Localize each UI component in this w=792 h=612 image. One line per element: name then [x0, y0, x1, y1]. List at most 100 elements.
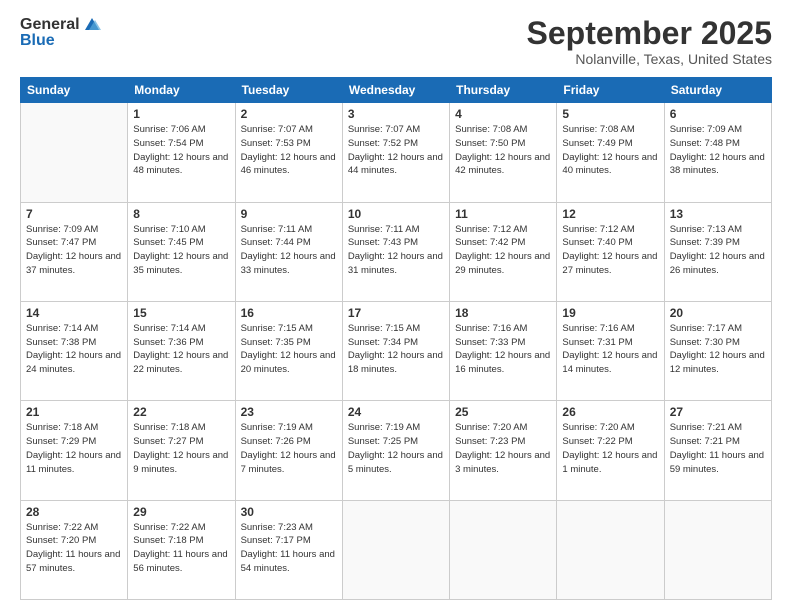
sunset-text: Sunset: 7:33 PM [455, 337, 525, 348]
daylight-text: Daylight: 12 hours and 24 minutes. [26, 350, 121, 375]
daylight-text: Daylight: 11 hours and 54 minutes. [241, 549, 335, 574]
day-number: 27 [670, 405, 766, 419]
calendar-header-row: Sunday Monday Tuesday Wednesday Thursday… [21, 78, 772, 103]
sunrise-text: Sunrise: 7:06 AM [133, 124, 205, 135]
day-info: Sunrise: 7:11 AMSunset: 7:44 PMDaylight:… [241, 223, 337, 278]
day-number: 7 [26, 207, 122, 221]
day-number: 13 [670, 207, 766, 221]
day-number: 2 [241, 107, 337, 121]
table-row: 14Sunrise: 7:14 AMSunset: 7:38 PMDayligh… [21, 301, 128, 400]
day-info: Sunrise: 7:19 AMSunset: 7:26 PMDaylight:… [241, 421, 337, 476]
day-info: Sunrise: 7:08 AMSunset: 7:49 PMDaylight:… [562, 123, 658, 178]
table-row: 29Sunrise: 7:22 AMSunset: 7:18 PMDayligh… [128, 500, 235, 599]
logo: General Blue [20, 16, 104, 50]
day-info: Sunrise: 7:10 AMSunset: 7:45 PMDaylight:… [133, 223, 229, 278]
sunset-text: Sunset: 7:23 PM [455, 436, 525, 447]
daylight-text: Daylight: 12 hours and 42 minutes. [455, 152, 550, 177]
daylight-text: Daylight: 12 hours and 1 minute. [562, 450, 657, 475]
sunset-text: Sunset: 7:26 PM [241, 436, 311, 447]
sunset-text: Sunset: 7:18 PM [133, 535, 203, 546]
table-row: 11Sunrise: 7:12 AMSunset: 7:42 PMDayligh… [450, 202, 557, 301]
daylight-text: Daylight: 12 hours and 14 minutes. [562, 350, 657, 375]
table-row: 23Sunrise: 7:19 AMSunset: 7:26 PMDayligh… [235, 401, 342, 500]
calendar-week-row: 7 Sunrise: 7:09 AM Sunset: 7:47 PM Daylight… [21, 202, 772, 301]
sunrise-text: Sunrise: 7:16 AM [455, 323, 527, 334]
sunset-text: Sunset: 7:22 PM [562, 436, 632, 447]
table-row: 17Sunrise: 7:15 AMSunset: 7:34 PMDayligh… [342, 301, 449, 400]
day-number: 14 [26, 306, 122, 320]
daylight-text: Daylight: 12 hours and 46 minutes. [241, 152, 336, 177]
day-info: Sunrise: 7:23 AMSunset: 7:17 PMDaylight:… [241, 521, 337, 576]
sunset-text: Sunset: 7:42 PM [455, 237, 525, 248]
calendar-table: Sunday Monday Tuesday Wednesday Thursday… [20, 77, 772, 600]
sunrise-text: Sunrise: 7:16 AM [562, 323, 634, 334]
sunset-text: Sunset: 7:43 PM [348, 237, 418, 248]
day-number: 29 [133, 505, 229, 519]
col-friday: Friday [557, 78, 664, 103]
day-info: Sunrise: 7:12 AMSunset: 7:42 PMDaylight:… [455, 223, 551, 278]
sunrise-text: Sunrise: 7:11 AM [241, 224, 313, 235]
table-row: 13 Sunrise: 7:13 AMSunset: 7:39 PMDayligh… [664, 202, 771, 301]
table-row [342, 500, 449, 599]
sunrise-text: Sunrise: 7:23 AM [241, 522, 313, 533]
location: Nolanville, Texas, United States [527, 51, 772, 67]
day-info: Sunrise: 7:06 AMSunset: 7:54 PMDaylight:… [133, 123, 229, 178]
day-info: Sunrise: 7:17 AMSunset: 7:30 PMDaylight:… [670, 322, 766, 377]
sunset-text: Sunset: 7:36 PM [133, 337, 203, 348]
calendar-week-row: 14Sunrise: 7:14 AMSunset: 7:38 PMDayligh… [21, 301, 772, 400]
col-sunday: Sunday [21, 78, 128, 103]
sunrise-text: Sunrise: 7:08 AM [562, 124, 634, 135]
sunset-text: Sunset: 7:47 PM [26, 237, 96, 248]
day-number: 10 [348, 207, 444, 221]
sunrise-text: Sunrise: 7:08 AM [455, 124, 527, 135]
sunrise-text: Sunrise: 7:12 AM [455, 224, 527, 235]
day-number: 1 [133, 107, 229, 121]
daylight-text: Daylight: 12 hours and 44 minutes. [348, 152, 443, 177]
table-row: 9Sunrise: 7:11 AMSunset: 7:44 PMDaylight… [235, 202, 342, 301]
day-number: 16 [241, 306, 337, 320]
table-row [664, 500, 771, 599]
day-info: Sunrise: 7:07 AM Sunset: 7:53 PM Daylight:… [241, 123, 337, 178]
day-info: Sunrise: 7:12 AMSunset: 7:40 PMDaylight:… [562, 223, 658, 278]
sunrise-text: Sunrise: 7:09 AM [26, 224, 98, 235]
day-number: 18 [455, 306, 551, 320]
table-row: 1 Sunrise: 7:06 AMSunset: 7:54 PMDaylight… [128, 103, 235, 202]
day-number: 12 [562, 207, 658, 221]
sunset-text: Sunset: 7:35 PM [241, 337, 311, 348]
day-number: 30 [241, 505, 337, 519]
sunrise-text: Sunrise: 7:07 AM [348, 124, 420, 135]
daylight-text: Daylight: 12 hours and 11 minutes. [26, 450, 121, 475]
day-info: Sunrise: 7:22 AMSunset: 7:18 PMDaylight:… [133, 521, 229, 576]
day-info: Sunrise: 7:14 AMSunset: 7:36 PMDaylight:… [133, 322, 229, 377]
logo-blue: Blue [20, 32, 55, 50]
sunset-text: Sunset: 7:45 PM [133, 237, 203, 248]
table-row: 10Sunrise: 7:11 AMSunset: 7:43 PMDayligh… [342, 202, 449, 301]
sunrise-text: Sunrise: 7:20 AM [455, 422, 527, 433]
table-row: 16Sunrise: 7:15 AMSunset: 7:35 PMDayligh… [235, 301, 342, 400]
daylight-text: Daylight: 12 hours and 40 minutes. [562, 152, 657, 177]
col-wednesday: Wednesday [342, 78, 449, 103]
daylight-text: Daylight: 12 hours and 3 minutes. [455, 450, 550, 475]
sunrise-text: Sunrise: 7:22 AM [133, 522, 205, 533]
table-row: 18Sunrise: 7:16 AMSunset: 7:33 PMDayligh… [450, 301, 557, 400]
table-row: 6Sunrise: 7:09 AMSunset: 7:48 PMDaylight… [664, 103, 771, 202]
daylight-text: Daylight: 12 hours and 26 minutes. [670, 251, 765, 276]
day-info: Sunrise: 7:21 AMSunset: 7:21 PMDaylight:… [670, 421, 766, 476]
table-row [21, 103, 128, 202]
sunset-text: Sunset: 7:53 PM [241, 138, 311, 149]
calendar-week-row: 1 Sunrise: 7:06 AMSunset: 7:54 PMDaylight… [21, 103, 772, 202]
month-title: September 2025 [527, 16, 772, 51]
table-row: 21Sunrise: 7:18 AMSunset: 7:29 PMDayligh… [21, 401, 128, 500]
table-row: 7Sunrise: 7:09 AMSunset: 7:47 PMDaylight… [21, 202, 128, 301]
table-row: 28Sunrise: 7:22 AMSunset: 7:20 PMDayligh… [21, 500, 128, 599]
day-info: Sunrise: 7:13 AMSunset: 7:39 PMDaylight:… [670, 223, 766, 278]
sunset-text: Sunset: 7:31 PM [562, 337, 632, 348]
day-number: 6 [670, 107, 766, 121]
sunrise-text: Sunrise: 7:07 AM [241, 124, 313, 135]
day-number: 3 [348, 107, 444, 121]
day-number: 5 [562, 107, 658, 121]
sunset-text: Sunset: 7:50 PM [455, 138, 525, 149]
table-row: 25Sunrise: 7:20 AMSunset: 7:23 PMDayligh… [450, 401, 557, 500]
day-info: Sunrise: 7:22 AMSunset: 7:20 PMDaylight:… [26, 521, 122, 576]
table-row: 8Sunrise: 7:10 AMSunset: 7:45 PMDaylight… [128, 202, 235, 301]
